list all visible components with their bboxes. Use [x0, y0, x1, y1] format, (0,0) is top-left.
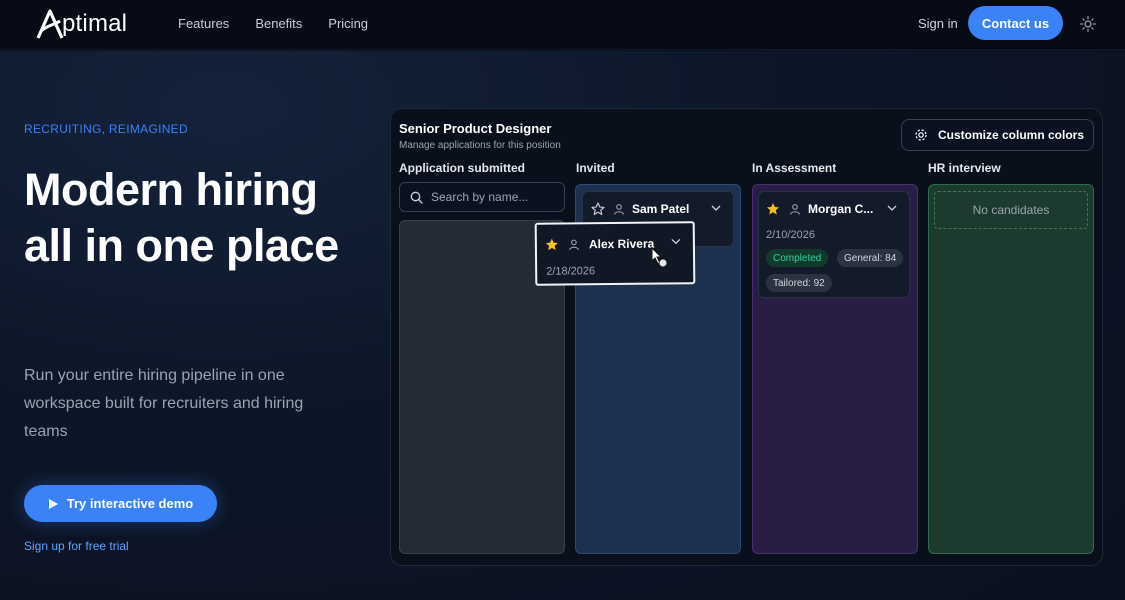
star-outline-icon[interactable]: [591, 202, 605, 216]
logo-a-icon: [36, 9, 64, 39]
user-icon: [613, 204, 625, 215]
candidate-name: Alex Rivera: [588, 236, 655, 252]
customize-colors-button[interactable]: Customize column colors: [901, 119, 1094, 151]
gear-icon: [915, 129, 927, 141]
grab-cursor-icon: [651, 246, 668, 268]
sign-in-link[interactable]: Sign in: [918, 16, 958, 31]
logo-text: ptimal: [62, 10, 128, 37]
nav-link-features[interactable]: Features: [178, 16, 229, 31]
status-badge: Completed: [766, 249, 829, 267]
free-trial-link[interactable]: Sign up for free trial: [24, 539, 129, 553]
contact-us-button[interactable]: Contact us: [968, 6, 1063, 40]
score-badge-general: General: 84: [837, 249, 904, 267]
star-filled-icon[interactable]: [766, 202, 780, 216]
score-badge-tailored: Tailored: 92: [766, 274, 832, 292]
board-title: Senior Product Designer: [399, 121, 552, 136]
nav-links: Features Benefits Pricing: [178, 16, 368, 31]
candidate-date: 2/18/2026: [546, 265, 596, 278]
logo[interactable]: ptimal: [36, 8, 127, 40]
hero-subtext: Run your entire hiring pipeline in one w…: [24, 367, 304, 440]
column-hr-interview: [928, 184, 1094, 554]
column-header-submitted: Application submitted: [399, 161, 525, 175]
candidate-date: 2/10/2026: [766, 229, 815, 241]
chevron-down-icon[interactable]: [887, 204, 897, 212]
customize-colors-label: Customize column colors: [938, 128, 1085, 142]
navbar: ptimal Features Benefits Pricing Sign in…: [0, 0, 1125, 50]
empty-column-placeholder: No candidates: [934, 191, 1088, 229]
column-header-assessment: In Assessment: [752, 161, 837, 175]
try-demo-label: Try interactive demo: [66, 496, 194, 511]
user-icon: [568, 239, 580, 251]
search-input[interactable]: [431, 190, 556, 204]
candidate-card-alex-dragging[interactable]: Alex Rivera 2/18/2026: [534, 221, 696, 286]
nav-link-pricing[interactable]: Pricing: [328, 16, 368, 31]
column-header-invited: Invited: [576, 161, 615, 175]
user-icon: [789, 204, 801, 215]
star-filled-icon[interactable]: [545, 238, 559, 252]
nav-link-benefits[interactable]: Benefits: [255, 16, 302, 31]
chevron-down-icon[interactable]: [711, 204, 721, 212]
play-icon: [48, 498, 58, 509]
candidate-card-morgan[interactable]: Morgan C... 2/10/2026 Completed General:…: [758, 191, 910, 298]
board-subtitle: Manage applications for this position: [399, 140, 561, 151]
chevron-down-icon[interactable]: [671, 237, 681, 245]
search-box: [399, 182, 565, 212]
candidate-name: Sam Patel: [632, 202, 690, 216]
hero-headline: Modern hiring all in one place: [24, 164, 339, 271]
candidate-name: Morgan C...: [808, 202, 874, 216]
search-icon: [410, 191, 423, 204]
try-demo-button[interactable]: Try interactive demo: [24, 485, 217, 522]
column-header-hr-interview: HR interview: [928, 161, 1001, 175]
hero-eyebrow: RECRUITING, REIMAGINED: [24, 122, 188, 136]
sun-icon[interactable]: [1080, 16, 1096, 32]
